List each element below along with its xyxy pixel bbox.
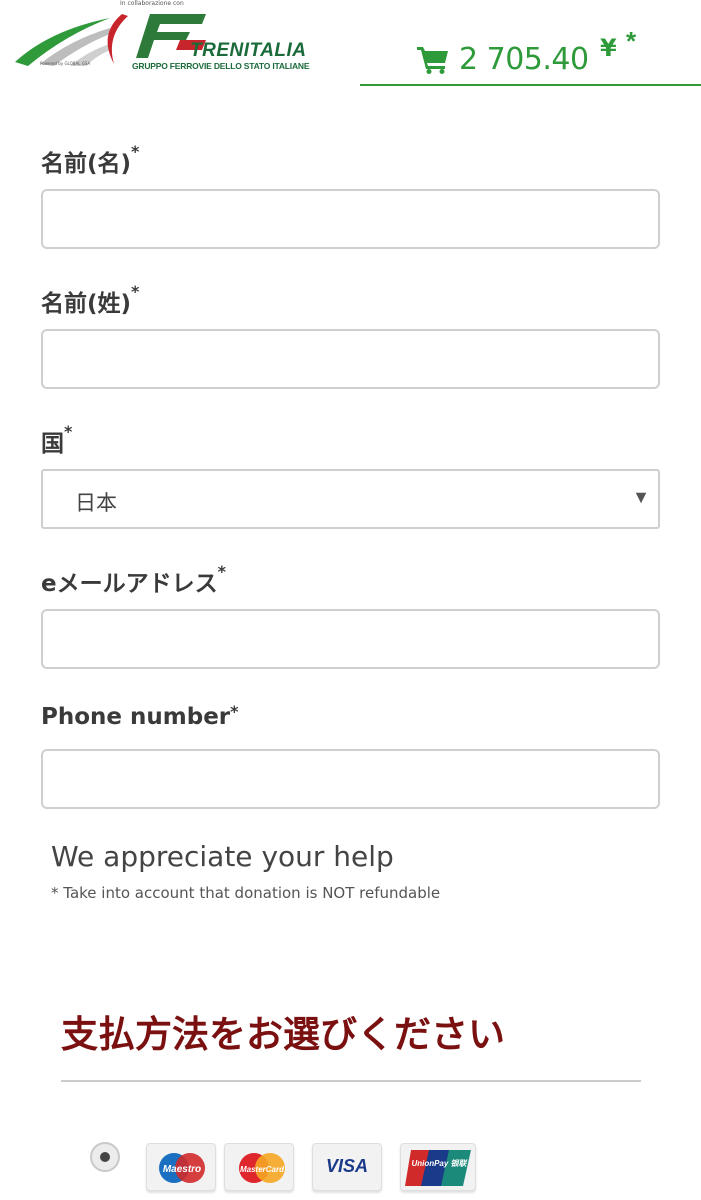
mastercard-graphic: MasterCard — [239, 1153, 285, 1183]
header: In collaborazione con Powered by GLOBAL … — [0, 0, 701, 90]
cart-total-amount: 2 705.40 — [459, 42, 589, 77]
payment-method-title: 支払方法をお選びください — [61, 1013, 505, 1056]
email-input[interactable] — [41, 609, 660, 669]
dropdown-arrow-icon: ▼ — [632, 487, 650, 507]
last-name-input[interactable] — [41, 329, 660, 389]
phone-label: Phone number* — [41, 702, 239, 730]
visa-text: VISA — [325, 1156, 368, 1176]
required-marker: * — [64, 422, 73, 441]
email-label: eメールアドレス* — [41, 562, 226, 598]
trenitalia-logo[interactable]: In collaborazione con Powered by GLOBAL … — [10, 0, 330, 80]
last-name-label: 名前(姓)* — [41, 282, 140, 318]
email-label-text: eメールアドレス — [41, 571, 218, 597]
logo-subtitle: GRUPPO FERROVIE DELLO STATO ITALIANE — [132, 61, 310, 71]
donation-note: * Take into account that donation is NOT… — [51, 884, 441, 902]
cart-summary[interactable]: 2 705.40 ¥ * — [360, 26, 701, 86]
payment-card-radio[interactable] — [90, 1142, 120, 1172]
mastercard-icon: MasterCard — [224, 1143, 294, 1191]
divider — [61, 1080, 641, 1082]
shopping-cart-icon — [417, 47, 448, 74]
mastercard-text: MasterCard — [240, 1165, 285, 1174]
unionpay-text: UnionPay 银联 — [411, 1159, 467, 1168]
country-label-text: 国 — [41, 431, 64, 457]
cart-required-marker: * — [626, 26, 637, 56]
country-selected-value: 日本 — [75, 491, 117, 515]
first-name-label: 名前(名)* — [41, 142, 140, 178]
maestro-icon: Maestro — [146, 1143, 216, 1191]
donation-title: We appreciate your help — [51, 840, 394, 873]
last-name-label-text: 名前(姓) — [41, 291, 132, 317]
first-name-label-text: 名前(名) — [41, 151, 132, 177]
logo-powered-text: Powered by GLOBAL GSA — [40, 61, 91, 66]
radio-selected-dot — [100, 1152, 110, 1162]
country-select[interactable]: 日本 ▼ — [41, 469, 660, 529]
first-name-input[interactable] — [41, 189, 660, 249]
required-marker: * — [217, 562, 226, 581]
required-marker: * — [131, 142, 140, 161]
phone-label-text: Phone number — [41, 704, 231, 730]
country-label: 国* — [41, 422, 73, 458]
logo-brand-name: TRENITALIA — [190, 40, 307, 61]
phone-input[interactable] — [41, 749, 660, 809]
required-marker: * — [131, 282, 140, 301]
maestro-graphic: Maestro — [159, 1153, 205, 1183]
unionpay-icon: UnionPay 银联 — [400, 1143, 476, 1191]
cart-currency: ¥ — [600, 34, 617, 62]
required-marker: * — [230, 702, 239, 721]
logo-collab-text: In collaborazione con — [120, 0, 184, 7]
maestro-text: Maestro — [163, 1164, 201, 1175]
visa-icon: VISA — [312, 1143, 382, 1191]
unionpay-graphic: UnionPay 银联 — [405, 1150, 471, 1186]
